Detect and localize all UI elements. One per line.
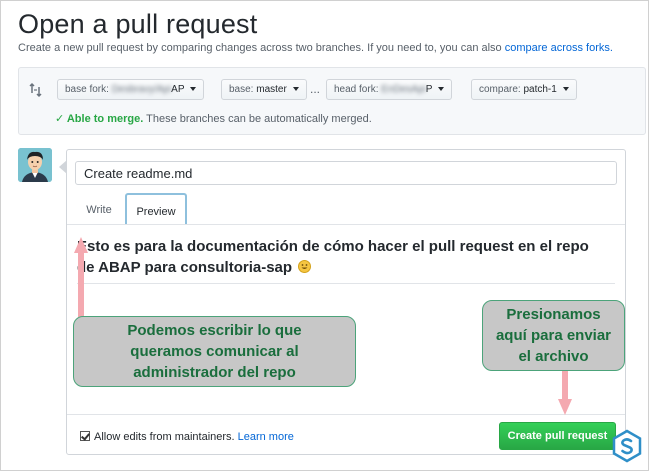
callout-left-line-1: Podemos escribir lo que [127,322,302,339]
annotation-callout-right: Presionamos aquí para enviar el archivo [482,300,625,371]
user-avatar-icon [18,148,52,182]
range-ellipsis: ... [310,82,321,96]
base-fork-blurred-name: Desbravy/Api [111,84,172,95]
chevron-down-icon [190,87,197,92]
compare-range-box: base fork: Desbravy/ApiAP base: master .… [18,67,646,135]
head-fork-label: head fork: [334,84,379,95]
base-branch-select[interactable]: base: master [221,79,307,100]
up-arrow-annotation [74,237,88,317]
head-fork-select[interactable]: head fork: EnDesApiP [326,79,453,100]
tab-write[interactable]: Write [75,193,123,224]
smile-emoji-icon [298,260,312,273]
callout-left-line-2: queramos comunicar al [130,343,299,360]
base-fork-select[interactable]: base fork: Desbravy/ApiAP [57,79,205,100]
preview-body-text: Esto es para la documentación de cómo ha… [77,238,589,276]
base-fork-label: base fork: [65,84,109,95]
create-pull-request-button[interactable]: Create pull request [499,422,616,450]
pr-title-input[interactable] [75,161,617,185]
down-arrow-annotation [558,369,572,415]
callout-right-line-2: aquí para enviar [495,327,612,344]
allow-edits-option[interactable]: Allow edits from maintainers. Learn more [80,431,294,443]
chevron-down-icon [438,87,445,92]
compare-branch-label: compare: [479,84,521,95]
chevron-down-icon [292,87,299,92]
compare-branch-value: patch-1 [523,84,557,95]
callout-right-line-1: Presionamos [506,306,601,323]
head-fork-blurred-name: EnDesApi [381,84,426,95]
preview-rule [77,283,615,284]
head-fork-suffix: P [425,84,433,95]
compare-branch-select[interactable]: compare: patch-1 [471,79,577,100]
tab-preview[interactable]: Preview [125,193,187,224]
consultoria-sap-logo-icon [612,429,642,463]
screenshot-frame: Open a pull request Create a new pull re… [0,0,649,471]
annotation-callout-left: Podemos escribir lo que queramos comunic… [73,316,356,387]
page-subtitle: Create a new pull request by comparing c… [18,42,613,54]
allow-edits-checkbox[interactable] [80,431,90,441]
merge-status: ✓ Able to merge. These branches can be a… [55,112,372,125]
preview-body: Esto es para la documentación de cómo ha… [77,236,607,278]
page-title: Open a pull request [18,9,258,39]
tab-divider [67,224,625,225]
chevron-down-icon [562,87,569,92]
allow-edits-label: Allow edits from maintainers. [94,431,235,443]
able-to-merge-label: ✓ Able to merge. [55,113,144,125]
base-fork-suffix: AP [171,84,185,95]
callout-right-line-3: el archivo [518,348,589,365]
footer-divider [67,414,625,415]
compare-across-forks-link[interactable]: compare across forks. [505,42,613,54]
compare-arrows-icon [29,82,42,98]
callout-left-line-3: administrador del repo [133,364,296,381]
learn-more-link[interactable]: Learn more [238,431,294,443]
base-branch-label: base: [229,84,254,95]
base-branch-value: master [256,84,287,95]
avatar [18,148,52,182]
merge-status-text: These branches can be automatically merg… [146,113,372,125]
subtitle-text: Create a new pull request by comparing c… [18,42,502,54]
